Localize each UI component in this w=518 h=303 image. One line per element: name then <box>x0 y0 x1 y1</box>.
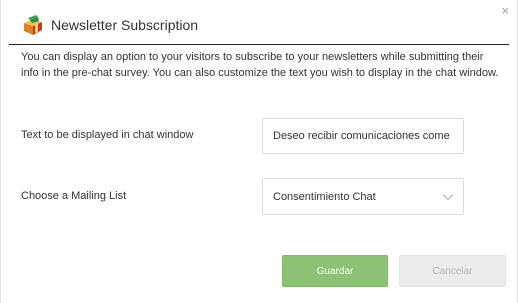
cancel-button[interactable]: Cancelar <box>399 255 506 287</box>
mailing-list-select[interactable]: Consentimiento Chat <box>262 178 464 215</box>
save-button[interactable]: Guardar <box>282 255 388 287</box>
header-divider <box>9 44 509 45</box>
chat-text-input[interactable] <box>262 118 464 154</box>
chevron-down-icon <box>442 193 454 200</box>
dialog-header: Newsletter Subscription <box>22 14 198 36</box>
chat-text-label: Text to be displayed in chat window <box>21 129 194 141</box>
dialog-description: You can display an option to your visito… <box>21 51 499 79</box>
close-icon[interactable]: × <box>501 4 509 18</box>
mailing-list-label: Choose a Mailing List <box>21 190 127 202</box>
mailing-list-selected-value: Consentimiento Chat <box>273 190 376 203</box>
newsletter-subscription-dialog: × Newsletter Subscription You can displa… <box>0 0 518 303</box>
dialog-title: Newsletter Subscription <box>51 17 199 33</box>
gift-box-icon <box>24 15 42 35</box>
